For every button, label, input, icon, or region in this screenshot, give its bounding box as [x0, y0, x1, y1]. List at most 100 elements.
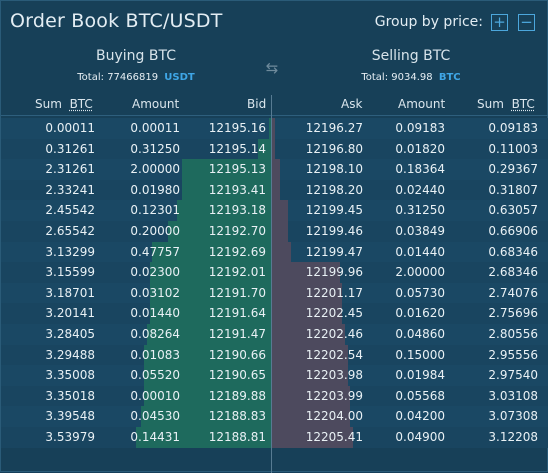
bid-price: 12191.47: [208, 326, 266, 341]
bid-sum: 2.33241: [45, 182, 95, 197]
order-rows: 0.00011 0.00011 12195.16 12196.27 0.09183 0.0…: [1, 118, 548, 448]
order-row[interactable]: 3.29488 0.01083 12190.66 12202.54 0.15000 2.9…: [1, 344, 548, 366]
page-title: Order Book BTC/USDT: [10, 10, 223, 32]
ask-amount: 2.00000: [395, 265, 445, 280]
bid-sum: 3.39548: [45, 409, 95, 424]
bid-price: 12191.70: [208, 285, 266, 300]
order-row[interactable]: 2.31261 2.00000 12195.13 12198.10 0.18364 0.2…: [1, 159, 548, 180]
bid-sum: 3.20141: [45, 306, 95, 321]
order-row[interactable]: 3.15599 0.02300 12192.01 12199.96 2.00000 2.6…: [1, 262, 548, 283]
col-bid: Bid: [247, 97, 267, 111]
bid-amount: 0.20000: [130, 223, 180, 238]
selling-total-label: Total:: [361, 72, 389, 83]
ask-amount: 0.31250: [395, 203, 445, 218]
header-divider: [1, 115, 548, 116]
bid-amount: 0.14431: [130, 429, 180, 444]
group-increase-button[interactable]: +: [491, 14, 508, 31]
ask-amount: 0.01820: [395, 141, 445, 156]
order-row[interactable]: 2.33241 0.01980 12193.41 12198.20 0.02440 0.3…: [1, 179, 548, 201]
bid-sum: 3.28405: [45, 326, 95, 341]
ask-depth-bar: [272, 220, 289, 242]
bid-price: 12195.13: [208, 162, 266, 177]
order-row[interactable]: 2.65542 0.20000 12192.70 12199.46 0.03849 0.6…: [1, 220, 548, 242]
bid-sum: 2.65542: [45, 223, 95, 238]
ask-price: 12199.96: [305, 265, 363, 280]
order-row[interactable]: 3.35008 0.05520 12190.65 12203.98 0.01984 2.9…: [1, 365, 548, 386]
bid-price: 12193.41: [208, 182, 266, 197]
ask-price: 12198.10: [305, 162, 363, 177]
col-sum-unit[interactable]: BTC: [70, 97, 93, 111]
ask-price: 12202.46: [305, 326, 363, 341]
bid-price: 12188.81: [208, 429, 266, 444]
bid-sum: 3.35008: [45, 368, 95, 383]
ask-amount: 0.04900: [395, 429, 445, 444]
ask-sum: 0.11003: [488, 141, 538, 156]
ask-price: 12203.99: [305, 388, 363, 403]
order-row[interactable]: 3.18701 0.03102 12191.70 12201.17 0.05730 2.7…: [1, 282, 548, 304]
bid-sum: 3.53979: [45, 429, 95, 444]
bid-amount: 2.00000: [130, 162, 180, 177]
col-sum-ask-unit[interactable]: BTC: [512, 97, 535, 111]
ask-amount: 0.04860: [395, 326, 445, 341]
ask-sum: 2.80556: [488, 326, 538, 341]
ask-sum: 3.07308: [488, 409, 538, 424]
order-row[interactable]: 0.00011 0.00011 12195.16 12196.27 0.09183 0.0…: [1, 118, 548, 139]
selling-total: Total: 9034.98 BTC: [316, 72, 506, 83]
order-book-panel: Order Book BTC/USDT Group by price: + − …: [0, 0, 548, 473]
ask-sum: 0.09183: [488, 121, 538, 135]
col-ask: Ask: [341, 97, 363, 111]
bid-amount: 0.01980: [130, 182, 180, 197]
bid-amount: 0.01440: [130, 306, 180, 321]
col-sum-bid[interactable]: Sum BTC: [35, 97, 93, 111]
ask-amount: 0.01620: [395, 306, 445, 321]
ask-price: 12196.80: [305, 141, 363, 156]
order-row[interactable]: 3.13299 0.47757 12192.69 12199.47 0.01440 0.6…: [1, 241, 548, 263]
ask-sum: 2.74076: [488, 285, 538, 300]
bid-amount: 0.03102: [130, 285, 180, 300]
ask-amount: 0.03849: [395, 223, 445, 238]
bid-amount: 0.47757: [130, 244, 180, 259]
ask-sum: 0.68346: [488, 244, 538, 259]
col-amount-bid: Amount: [132, 97, 180, 111]
ask-amount: 0.01440: [395, 244, 445, 259]
ask-sum: 2.68346: [488, 265, 538, 280]
order-row[interactable]: 0.31261 0.31250 12195.14 12196.80 0.01820 0.1…: [1, 138, 548, 160]
ask-sum: 2.97540: [488, 368, 538, 383]
ask-amount: 0.02440: [395, 182, 445, 197]
order-row[interactable]: 2.45542 0.12301 12193.18 12199.45 0.31250 0.6…: [1, 200, 548, 221]
ask-price: 12202.45: [305, 306, 363, 321]
ask-amount: 0.05568: [395, 388, 445, 403]
ask-sum: 2.95556: [488, 347, 538, 362]
bid-price: 12190.66: [208, 347, 266, 362]
bid-amount: 0.08264: [130, 326, 180, 341]
group-decrease-button[interactable]: −: [518, 14, 535, 31]
order-row[interactable]: 3.53979 0.14431 12188.81 12205.41 0.04900 3.1…: [1, 426, 548, 448]
ask-amount: 0.09183: [395, 121, 445, 135]
order-row[interactable]: 3.20141 0.01440 12191.64 12202.45 0.01620 2.7…: [1, 303, 548, 324]
bid-sum: 3.13299: [45, 244, 95, 259]
bid-amount: 0.02300: [130, 265, 180, 280]
ask-amount: 0.01984: [395, 368, 445, 383]
bid-price: 12192.01: [208, 265, 266, 280]
col-amount-ask: Amount: [398, 97, 446, 111]
col-sum-ask-label: Sum: [477, 97, 504, 111]
group-by-price-label: Group by price:: [374, 14, 483, 30]
bid-price: 12193.18: [208, 203, 266, 218]
bid-sum: 3.15599: [45, 265, 95, 280]
bid-amount: 0.12301: [130, 203, 180, 218]
ask-amount: 0.04200: [395, 409, 445, 424]
bid-amount: 0.31250: [130, 141, 180, 156]
ask-price: 12203.98: [305, 368, 363, 383]
bid-amount: 0.04530: [130, 409, 180, 424]
col-sum-ask[interactable]: Sum BTC: [477, 97, 535, 111]
ask-price: 12196.27: [305, 121, 363, 135]
buying-heading: Buying BTC: [96, 48, 176, 64]
order-row[interactable]: 3.39548 0.04530 12188.83 12204.00 0.04200 3.0…: [1, 406, 548, 427]
ask-depth-bar: [272, 118, 275, 139]
order-row[interactable]: 3.35018 0.00010 12189.88 12203.99 0.05568 3.0…: [1, 385, 548, 407]
order-row[interactable]: 3.28405 0.08264 12191.47 12202.46 0.04860 2.8…: [1, 323, 548, 345]
ask-sum: 3.03108: [488, 388, 538, 403]
swap-icon[interactable]: ⇆: [264, 58, 280, 78]
ask-depth-bar: [272, 179, 281, 201]
ask-depth-bar: [272, 241, 291, 263]
